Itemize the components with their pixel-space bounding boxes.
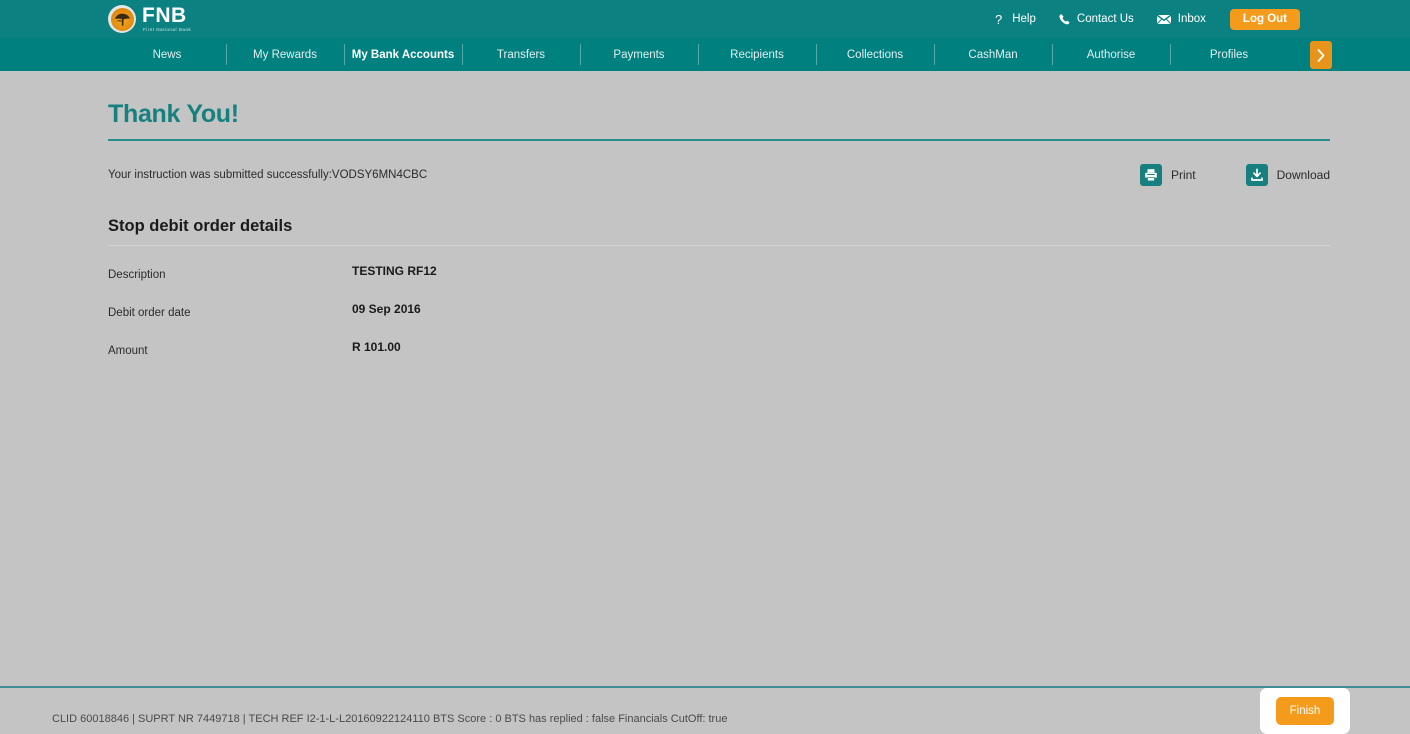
svg-text:?: ? bbox=[995, 13, 1002, 26]
detail-label: Amount bbox=[108, 345, 148, 357]
help-link[interactable]: ? Help bbox=[995, 13, 1036, 26]
contact-us-link[interactable]: Contact Us bbox=[1058, 13, 1134, 26]
help-label: Help bbox=[1012, 13, 1036, 25]
print-label: Print bbox=[1170, 168, 1196, 182]
nav-label: News bbox=[152, 48, 182, 61]
nav-label: Authorise bbox=[1086, 48, 1136, 61]
nav-label: CashMan bbox=[968, 48, 1018, 61]
print-button[interactable]: Print bbox=[1139, 164, 1196, 186]
inbox-link[interactable]: Inbox bbox=[1155, 13, 1206, 25]
download-icon bbox=[1245, 164, 1268, 186]
nav-item-cashman[interactable]: CashMan bbox=[934, 38, 1052, 71]
download-button[interactable]: Download bbox=[1245, 164, 1330, 186]
nav-label: Payments bbox=[613, 48, 665, 61]
phone-icon bbox=[1058, 13, 1071, 26]
confirmation-row: Your instruction was submitted successfu… bbox=[108, 157, 1330, 193]
nav-label: Profiles bbox=[1209, 48, 1249, 61]
chevron-right-icon[interactable] bbox=[1310, 41, 1332, 69]
envelope-icon bbox=[1155, 13, 1172, 25]
logo-name: FNB bbox=[142, 4, 187, 28]
detail-label: Debit order date bbox=[108, 307, 191, 319]
detail-label: Description bbox=[108, 269, 166, 281]
document-actions: Print Download bbox=[1139, 164, 1330, 186]
logo-tagline: First National Bank bbox=[143, 27, 192, 33]
nav-item-payments[interactable]: Payments bbox=[580, 38, 698, 71]
page-title: Thank You! bbox=[108, 100, 239, 128]
question-mark-icon: ? bbox=[995, 13, 1006, 26]
nav-item-list: News My Rewards My Bank Accounts Transfe… bbox=[108, 38, 1288, 71]
nav-item-news[interactable]: News bbox=[108, 38, 226, 71]
nav-label: My Rewards bbox=[253, 48, 317, 61]
section-divider bbox=[108, 245, 1330, 246]
nav-item-recipients[interactable]: Recipients bbox=[698, 38, 816, 71]
footer-status-text: CLID 60018846 | SUPRT NR 7449718 | TECH … bbox=[52, 713, 728, 725]
main-navigation: News My Rewards My Bank Accounts Transfe… bbox=[0, 38, 1410, 71]
detail-row-amount: Amount R 101.00 bbox=[108, 340, 1330, 364]
nav-item-transfers[interactable]: Transfers bbox=[462, 38, 580, 71]
title-divider bbox=[108, 139, 1330, 141]
nav-label: Collections bbox=[846, 48, 904, 61]
nav-item-authorise[interactable]: Authorise bbox=[1052, 38, 1170, 71]
top-header: FNB First National Bank ? Help Contact U… bbox=[0, 0, 1410, 38]
footer-divider bbox=[0, 686, 1410, 688]
confirmation-message: Your instruction was submitted successfu… bbox=[108, 169, 428, 181]
detail-row-description: Description TESTING RF12 bbox=[108, 264, 1330, 288]
contact-us-label: Contact Us bbox=[1076, 13, 1134, 25]
detail-value: TESTING RF12 bbox=[352, 264, 437, 278]
nav-item-collections[interactable]: Collections bbox=[816, 38, 934, 71]
finish-button-container: Finish bbox=[1260, 688, 1350, 734]
printer-icon bbox=[1139, 164, 1162, 186]
header-actions: ? Help Contact Us Inbox Log Out bbox=[973, 0, 1300, 38]
main-content: Thank You! Your instruction was submitte… bbox=[0, 100, 1410, 364]
detail-value: 09 Sep 2016 bbox=[352, 302, 421, 316]
nav-item-my-bank-accounts[interactable]: My Bank Accounts bbox=[344, 38, 462, 71]
inbox-label: Inbox bbox=[1177, 13, 1206, 25]
finish-button[interactable]: Finish bbox=[1275, 697, 1335, 725]
log-out-button[interactable]: Log Out bbox=[1229, 8, 1300, 30]
acacia-tree-icon bbox=[108, 5, 136, 33]
nav-label: My Bank Accounts bbox=[351, 48, 455, 61]
nav-label: Recipients bbox=[730, 48, 784, 61]
nav-label: Transfers bbox=[496, 48, 546, 61]
download-label: Download bbox=[1276, 168, 1330, 182]
section-title: Stop debit order details bbox=[108, 217, 293, 235]
nav-item-my-rewards[interactable]: My Rewards bbox=[226, 38, 344, 71]
nav-item-profiles[interactable]: Profiles bbox=[1170, 38, 1288, 71]
detail-row-debit-order-date: Debit order date 09 Sep 2016 bbox=[108, 302, 1330, 326]
detail-value: R 101.00 bbox=[352, 340, 401, 354]
fnb-logo[interactable]: FNB First National Bank bbox=[108, 5, 191, 33]
